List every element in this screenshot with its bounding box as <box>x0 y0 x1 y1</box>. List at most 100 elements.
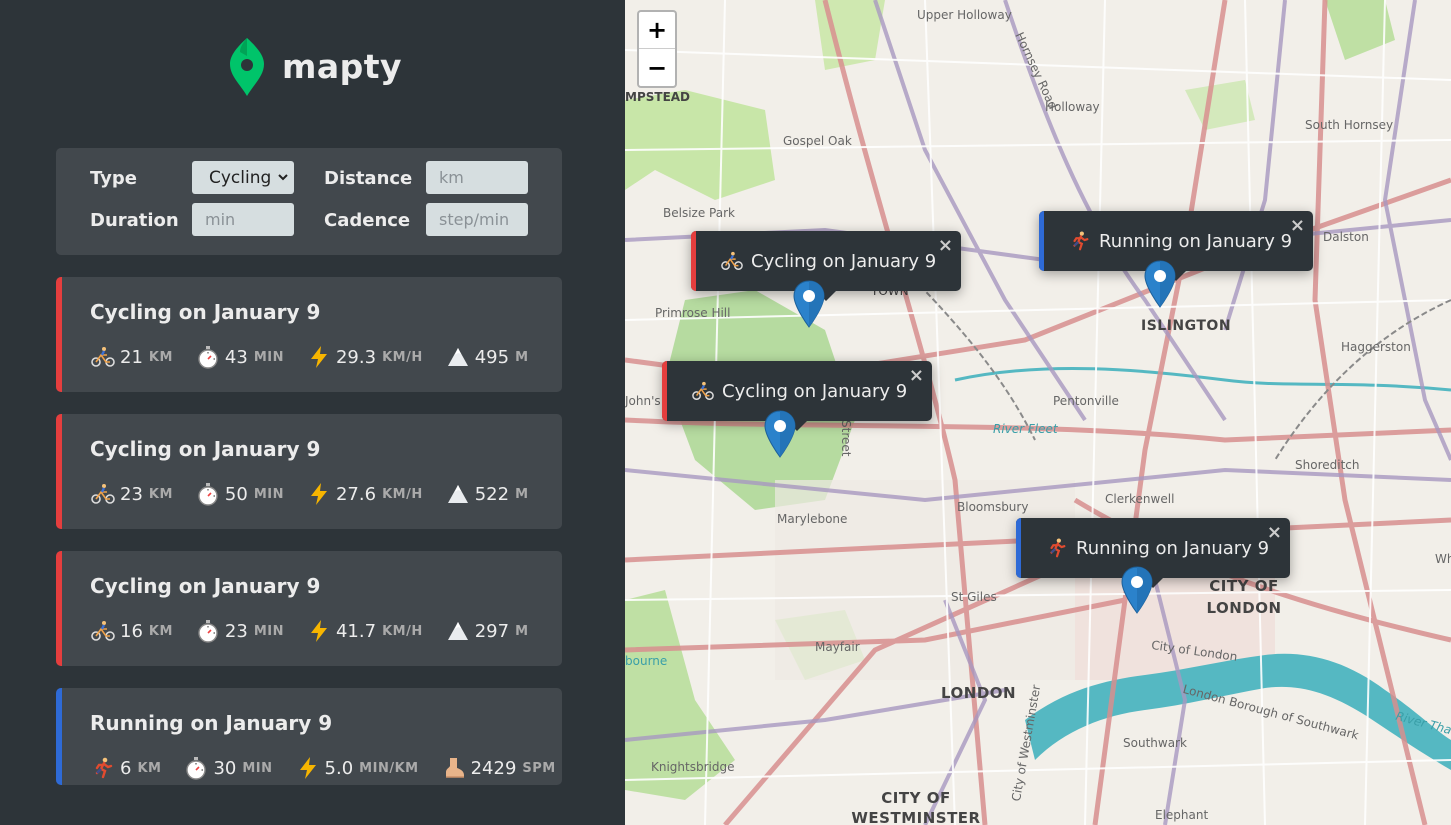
map[interactable]: Upper Holloway Hornsey Road MPSTEAD Holl… <box>625 0 1451 825</box>
workout-detail-distance: 6 KM <box>90 755 161 781</box>
cyclist-icon <box>90 618 116 644</box>
popup-close-button[interactable]: × <box>1267 522 1282 543</box>
workout-title: Running on January 9 <box>90 711 333 735</box>
popup-text: Cycling on January 9 <box>751 250 937 272</box>
workout-popup-running[interactable]: Running on January 9 × <box>1039 211 1313 281</box>
popup-close-button[interactable]: × <box>938 235 953 256</box>
workout-unit-speed: MIN/KM <box>359 760 419 776</box>
workout-value-duration: 23 <box>224 620 248 642</box>
workout-popup-cycling[interactable]: Cycling on January 9 × <box>662 361 932 431</box>
workout-detail-extra: 495 M <box>445 344 529 370</box>
workout-card-cycling[interactable]: Cycling on January 9 16 KM 23 MIN 41.7 K… <box>56 551 562 666</box>
popup-close-button[interactable]: × <box>909 365 924 386</box>
popup-content: Running on January 9 <box>1069 230 1292 252</box>
popup-text: Running on January 9 <box>1076 537 1270 559</box>
workout-value-distance: 23 <box>120 483 143 505</box>
workout-detail-speed: 27.6 KM/H <box>306 481 423 507</box>
lightning-icon <box>306 344 332 370</box>
workout-type-bar <box>56 551 62 666</box>
logo: mapty <box>228 34 402 98</box>
popup-content: Cycling on January 9 <box>692 380 907 402</box>
workout-unit-extra: SPM <box>522 760 556 776</box>
workout-card-cycling[interactable]: Cycling on January 9 23 KM 50 MIN 27.6 K… <box>56 414 562 529</box>
workout-unit-speed: KM/H <box>382 486 423 502</box>
map-label-belsize-park: Belsize Park <box>663 206 735 220</box>
workout-unit-duration: MIN <box>253 623 284 639</box>
workout-detail-extra: 297 M <box>445 618 529 644</box>
workout-detail-duration: 23 MIN <box>195 618 284 644</box>
duration-input[interactable] <box>192 203 294 236</box>
workout-type-bar <box>56 277 62 392</box>
workout-title: Cycling on January 9 <box>90 437 321 461</box>
map-label-marylebone: Marylebone <box>777 512 848 526</box>
workout-type-bar <box>56 414 62 529</box>
type-label: Type <box>90 168 137 189</box>
workout-value-extra: 495 <box>474 346 510 368</box>
mountain-icon <box>445 344 471 370</box>
popup-text: Running on January 9 <box>1099 230 1293 252</box>
popup-content: Running on January 9 <box>1046 537 1269 559</box>
zoom-in-button[interactable]: + <box>639 12 675 49</box>
map-label-islington: ISLINGTON <box>1141 318 1232 334</box>
map-marker-icon[interactable] <box>1121 566 1153 614</box>
popup-type-bar <box>1039 211 1044 271</box>
workout-detail-duration: 50 MIN <box>195 481 284 507</box>
workout-popup-running[interactable]: Running on January 9 × <box>1016 518 1290 588</box>
map-label-southwark: Southwark <box>1123 736 1187 750</box>
workout-unit-duration: MIN <box>242 760 273 776</box>
map-label-mayfair: Mayfair <box>815 640 860 654</box>
map-label-bloomsbury: Bloomsbury <box>957 500 1029 514</box>
map-marker-icon[interactable] <box>764 410 796 458</box>
zoom-out-button[interactable]: − <box>639 49 675 86</box>
map-label-pentonville: Pentonville <box>1053 394 1119 408</box>
workout-detail-duration: 30 MIN <box>183 755 272 781</box>
workout-value-extra: 522 <box>474 483 510 505</box>
cadence-input[interactable] <box>426 203 528 236</box>
map-label-upper-holloway: Upper Holloway <box>917 8 1012 22</box>
map-label-bourne: bourne <box>625 654 668 668</box>
map-label-city-of-westminster: CITY OF WESTMINSTER <box>851 789 981 825</box>
cyclist-icon <box>721 250 743 272</box>
cadence-label: Cadence <box>324 210 411 231</box>
foot-icon <box>441 755 467 781</box>
mountain-icon <box>445 481 471 507</box>
sidebar: mapty Type Cycling Distance Duration Cad… <box>0 0 625 825</box>
map-marker-icon[interactable] <box>1144 260 1176 308</box>
zoom-control: + − <box>637 10 677 88</box>
map-label-street: Street <box>839 420 853 457</box>
popup-type-bar <box>662 361 667 421</box>
workout-details: 21 KM 43 MIN 29.3 KM/H 495 M <box>90 344 551 370</box>
workout-detail-speed: 29.3 KM/H <box>306 344 423 370</box>
workout-detail-distance: 16 KM <box>90 618 173 644</box>
workout-card-cycling[interactable]: Cycling on January 9 21 KM 43 MIN 29.3 K… <box>56 277 562 392</box>
popup-close-button[interactable]: × <box>1290 215 1305 236</box>
map-label-london: LONDON <box>941 684 1017 702</box>
workout-unit-extra: M <box>515 486 529 502</box>
map-label-south-hornsey: South Hornsey <box>1305 118 1394 132</box>
workout-unit-distance: KM <box>148 349 173 365</box>
workout-popup-cycling[interactable]: Cycling on January 9 × <box>691 231 961 301</box>
workout-unit-distance: KM <box>148 623 173 639</box>
map-label-hampstead: MPSTEAD <box>625 90 691 104</box>
workout-value-duration: 43 <box>224 346 248 368</box>
type-select[interactable]: Cycling <box>192 161 294 194</box>
cyclist-icon <box>90 344 116 370</box>
workout-value-speed: 5.0 <box>324 757 354 779</box>
workout-unit-distance: KM <box>148 486 173 502</box>
popup-type-bar <box>691 231 696 291</box>
workout-card-running[interactable]: Running on January 9 6 KM 30 MIN 5.0 MIN… <box>56 688 562 785</box>
map-label-clerkenwell: Clerkenwell <box>1105 492 1175 506</box>
distance-input[interactable] <box>426 161 528 194</box>
workout-value-duration: 30 <box>213 757 237 779</box>
runner-icon <box>90 755 116 781</box>
workout-unit-duration: MIN <box>253 349 284 365</box>
workout-detail-duration: 43 MIN <box>195 344 284 370</box>
workout-details: 16 KM 23 MIN 41.7 KM/H 297 M <box>90 618 551 644</box>
chevron-down-icon <box>276 169 290 183</box>
workout-details: 6 KM 30 MIN 5.0 MIN/KM 2429 SPM <box>90 755 562 781</box>
workout-value-extra: 2429 <box>470 757 517 779</box>
runner-icon <box>1069 230 1091 252</box>
workout-unit-duration: MIN <box>253 486 284 502</box>
map-label-city-of-london: CITY OF LONDON <box>1206 577 1282 617</box>
map-marker-icon[interactable] <box>793 280 825 328</box>
